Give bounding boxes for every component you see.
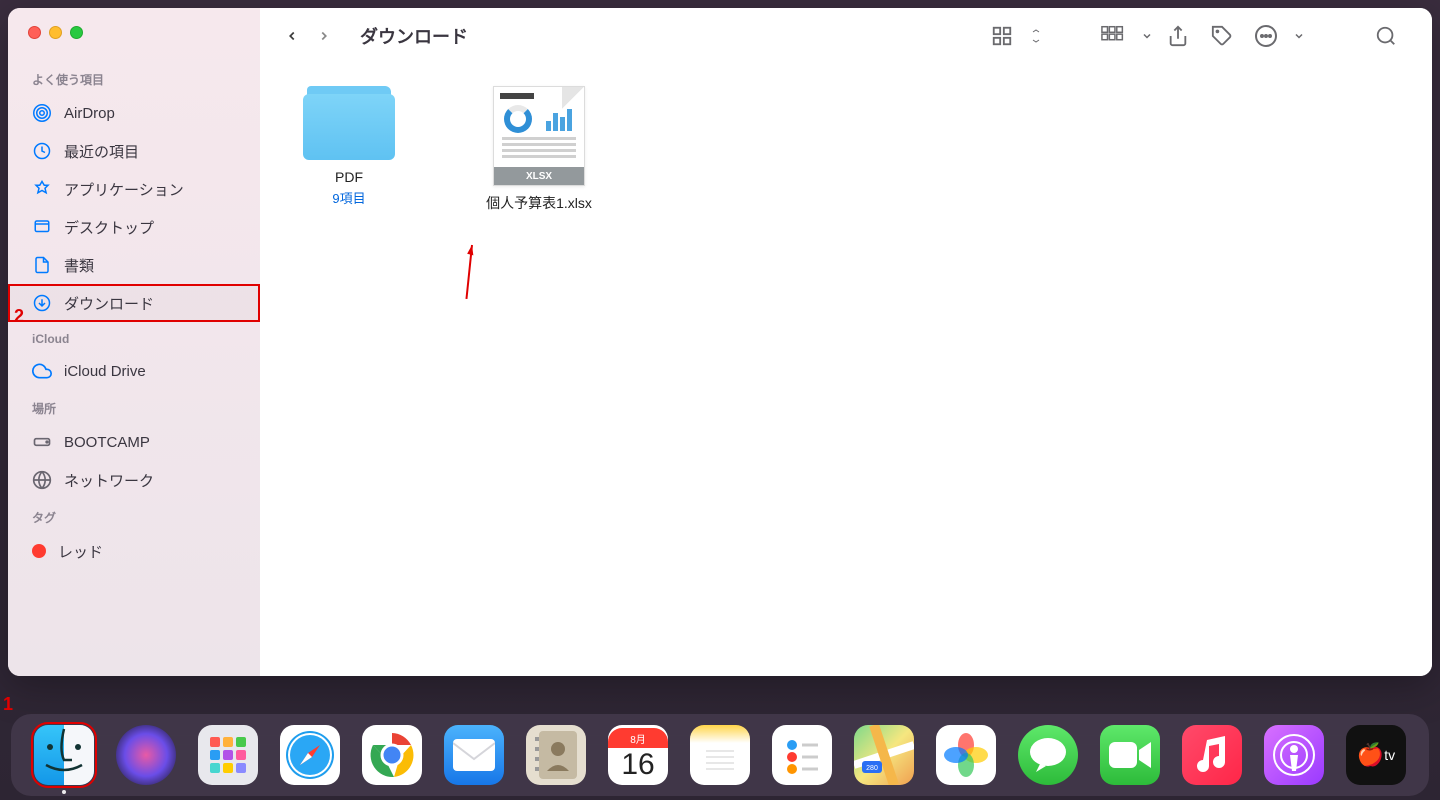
annotation-number-1: 1 — [3, 694, 13, 715]
sidebar-item-documents[interactable]: 書類 — [8, 246, 260, 284]
sidebar-item-bootcamp[interactable]: BOOTCAMP — [8, 423, 260, 461]
calendar-month: 8月 — [608, 728, 668, 748]
sidebar-label: 書類 — [64, 255, 94, 276]
running-indicator — [62, 790, 66, 794]
action-button[interactable] — [1244, 16, 1288, 56]
dock-messages[interactable] — [1018, 725, 1078, 785]
window-title: ダウンロード — [360, 23, 468, 49]
section-locations-header: 場所 — [8, 390, 260, 423]
share-button[interactable] — [1156, 16, 1200, 56]
disk-icon — [32, 432, 52, 452]
dock-contacts[interactable] — [526, 725, 586, 785]
annotation-number-2: 2 — [14, 306, 24, 327]
dock-finder[interactable] — [34, 725, 94, 785]
dock-maps[interactable]: 280 — [854, 725, 914, 785]
dock-podcasts[interactable] — [1264, 725, 1324, 785]
file-name: PDF — [335, 168, 363, 186]
dock-tv[interactable]: 🍎tv — [1346, 725, 1406, 785]
sidebar-item-icloud-drive[interactable]: iCloud Drive — [8, 352, 260, 390]
cloud-icon — [32, 361, 52, 381]
sidebar-item-network[interactable]: ネットワーク — [8, 461, 260, 499]
toolbar: ダウンロード — [260, 8, 1432, 64]
clock-icon — [32, 141, 52, 161]
sidebar-item-applications[interactable]: アプリケーション — [8, 170, 260, 208]
dock-siri[interactable] — [116, 725, 176, 785]
folder-icon — [303, 86, 395, 160]
xlsx-badge: XLSX — [494, 167, 584, 185]
dock-launchpad[interactable] — [198, 725, 258, 785]
documents-icon — [32, 255, 52, 275]
network-icon — [32, 470, 52, 490]
file-item-xlsx[interactable]: XLSX 個人予算表1.xlsx — [474, 86, 604, 212]
dock-music[interactable] — [1182, 725, 1242, 785]
tv-label: tv — [1384, 747, 1395, 763]
minimize-button[interactable] — [49, 26, 62, 39]
desktop-icon — [32, 217, 52, 237]
main-area: ダウンロード — [260, 8, 1432, 676]
sidebar-item-tag-red[interactable]: レッド — [8, 532, 260, 570]
sidebar-label: iCloud Drive — [64, 363, 146, 380]
group-chevron-icon[interactable] — [1138, 16, 1156, 56]
airdrop-icon — [32, 103, 52, 123]
section-tags-header: タグ — [8, 499, 260, 532]
section-favorites-header: よく使う項目 — [8, 61, 260, 94]
sidebar-label: BOOTCAMP — [64, 434, 150, 451]
file-name: 個人予算表1.xlsx — [486, 194, 592, 212]
dock-safari[interactable] — [280, 725, 340, 785]
forward-button[interactable] — [308, 22, 340, 50]
view-chevron-icon[interactable] — [1026, 16, 1046, 56]
svg-text:280: 280 — [866, 765, 878, 772]
xlsx-icon: XLSX — [493, 86, 585, 186]
sidebar-label: アプリケーション — [64, 179, 184, 200]
dock-photos[interactable] — [936, 725, 996, 785]
calendar-day: 16 — [621, 748, 654, 782]
fullscreen-button[interactable] — [70, 26, 83, 39]
red-tag-icon — [32, 544, 46, 558]
sidebar-label: 最近の項目 — [64, 141, 139, 162]
sidebar-item-downloads[interactable]: ダウンロード — [8, 284, 260, 322]
file-content-area[interactable]: PDF 9項目 XLSX 個人予算表1.xlsx — [260, 64, 1432, 676]
dock-chrome[interactable] — [362, 725, 422, 785]
section-icloud-header: iCloud — [8, 322, 260, 352]
folder-item-pdf[interactable]: PDF 9項目 — [284, 86, 414, 207]
dock-mail[interactable] — [444, 725, 504, 785]
sidebar-label: ダウンロード — [64, 293, 154, 314]
dock-calendar[interactable]: 8月 16 — [608, 725, 668, 785]
sidebar-label: ネットワーク — [64, 470, 154, 491]
back-button[interactable] — [276, 22, 308, 50]
finder-window: よく使う項目 AirDrop 最近の項目 アプリケーション デスクトップ — [8, 8, 1432, 676]
window-controls — [8, 26, 260, 61]
dock: 8月 16 280 🍎tv — [11, 714, 1429, 796]
sidebar-item-recents[interactable]: 最近の項目 — [8, 132, 260, 170]
sidebar-label: AirDrop — [64, 105, 115, 122]
sidebar-label: デスクトップ — [64, 217, 154, 238]
close-button[interactable] — [28, 26, 41, 39]
dock-notes[interactable] — [690, 725, 750, 785]
sidebar-item-airdrop[interactable]: AirDrop — [8, 94, 260, 132]
sidebar: よく使う項目 AirDrop 最近の項目 アプリケーション デスクトップ — [8, 8, 260, 676]
view-mode-button[interactable] — [980, 16, 1024, 56]
dock-reminders[interactable] — [772, 725, 832, 785]
action-chevron-icon[interactable] — [1290, 16, 1308, 56]
group-button[interactable] — [1092, 16, 1136, 56]
downloads-icon — [32, 293, 52, 313]
dock-facetime[interactable] — [1100, 725, 1160, 785]
apps-icon — [32, 179, 52, 199]
file-subtitle: 9項目 — [332, 188, 365, 207]
search-button[interactable] — [1364, 16, 1408, 56]
tags-button[interactable] — [1200, 16, 1244, 56]
sidebar-item-desktop[interactable]: デスクトップ — [8, 208, 260, 246]
sidebar-label: レッド — [58, 541, 103, 562]
